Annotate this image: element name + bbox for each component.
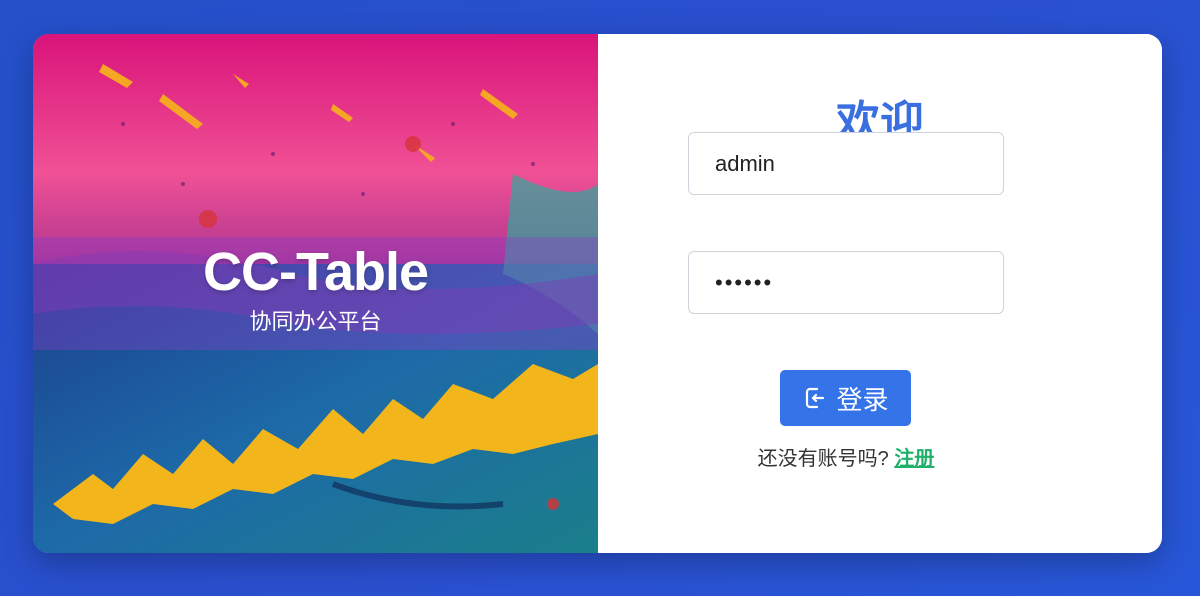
login-button-label: 登录: [836, 384, 889, 415]
register-link[interactable]: 注册: [894, 448, 934, 470]
hero-title: CC-Table: [202, 242, 429, 302]
username-input[interactable]: admin: [688, 132, 1004, 195]
hero-subtitle: 协同办公平台: [249, 309, 382, 334]
password-input[interactable]: ••••••: [688, 251, 1004, 314]
register-prompt: 还没有账号吗?: [757, 448, 889, 470]
sign-in-icon: [806, 387, 825, 409]
register-prompt-line: 还没有账号吗? 注册: [688, 442, 1004, 471]
hero-panel: CC-Table 协同办公平台: [33, 34, 598, 553]
login-button[interactable]: 登录: [780, 370, 911, 426]
